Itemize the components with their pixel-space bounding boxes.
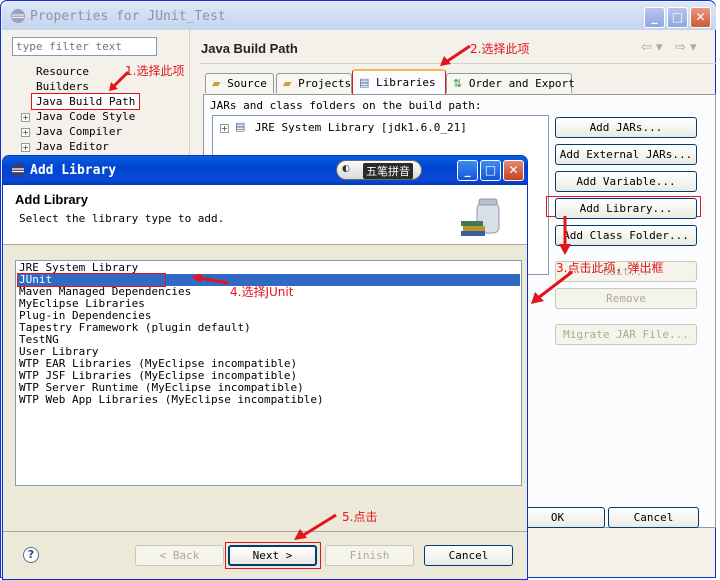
back-button[interactable]: < Back: [135, 545, 224, 566]
migrate-jar-button[interactable]: Migrate JAR File...: [555, 324, 697, 345]
ime-toolbar[interactable]: ◐ 五笔拼音: [336, 160, 422, 180]
libraries-icon: ▤: [359, 76, 370, 89]
close-button[interactable]: ✕: [690, 7, 711, 28]
tab-order-and-export[interactable]: ⇅ Order and Export: [446, 73, 575, 93]
dialog-close-button[interactable]: ✕: [503, 160, 524, 181]
forward-nav-icon[interactable]: ⇨ ▾: [675, 40, 697, 55]
tree-item-java-code-style[interactable]: Java Code Style: [36, 110, 135, 123]
remove-button[interactable]: Remove: [555, 288, 697, 309]
expand-icon[interactable]: +: [21, 143, 30, 152]
ime-icon: ◐: [342, 164, 350, 174]
library-icon: ▤: [235, 120, 246, 133]
outer-cancel-button[interactable]: Cancel: [608, 507, 699, 528]
banner-description: Select the library type to add.: [19, 212, 225, 225]
dialog-maximize-button[interactable]: □: [480, 160, 501, 181]
tab-projects[interactable]: ▰ Projects: [276, 73, 352, 93]
library-jar-icon: [461, 198, 500, 236]
annotation-arrow-3: [559, 216, 571, 255]
annotation-arrow-4: [191, 274, 229, 285]
tree-item-java-compiler[interactable]: Java Compiler: [36, 125, 122, 138]
jre-system-library-entry[interactable]: JRE System Library [jdk1.6.0_21]: [255, 121, 467, 134]
annotation-step-4: 4.选择JUnit: [230, 285, 294, 299]
annotation-arrow-3b: [531, 270, 573, 304]
dialog-title: Add Library: [30, 163, 117, 178]
expand-icon[interactable]: +: [21, 113, 30, 122]
eclipse-icon: [11, 9, 25, 23]
maximize-button[interactable]: □: [667, 7, 688, 28]
filter-input[interactable]: [12, 37, 157, 56]
annotation-arrow-1: [109, 70, 130, 91]
junit-highlight: [17, 273, 166, 287]
tree-item-java-editor[interactable]: Java Editor: [36, 140, 109, 153]
add-library-button[interactable]: Add Library...: [555, 198, 697, 219]
expand-icon[interactable]: +: [220, 124, 229, 133]
properties-window-title: Properties for JUnit_Test: [30, 9, 226, 24]
dialog-title-bar: Add Library ◐ 五笔拼音 _ □ ✕: [3, 156, 527, 185]
finish-button[interactable]: Finish: [325, 545, 414, 566]
list-item[interactable]: WTP Web App Libraries (MyEclipse incompa…: [19, 394, 324, 406]
add-external-jars-button[interactable]: Add External JARs...: [555, 144, 697, 165]
page-title: Java Build Path: [201, 41, 298, 56]
annotation-step-2: 2.选择此项: [470, 42, 530, 56]
ime-label: 五笔拼音: [363, 163, 413, 179]
annotation-arrow-2: [440, 44, 471, 66]
cancel-button[interactable]: Cancel: [424, 545, 513, 566]
tree-item-resource[interactable]: Resource: [36, 65, 89, 78]
jars-label: JARs and class folders on the build path…: [210, 99, 482, 112]
minimize-button[interactable]: _: [644, 7, 665, 28]
tab-source[interactable]: ▰ Source: [205, 73, 274, 93]
tree-item-builders[interactable]: Builders: [36, 80, 89, 93]
tab-libraries[interactable]: ▤ Libraries: [352, 69, 446, 96]
button-bar-separator: [3, 531, 527, 532]
eclipse-icon: [11, 163, 25, 177]
annotation-step-5: 5.点击: [342, 510, 378, 524]
order-icon: ⇅: [453, 77, 463, 90]
dialog-minimize-button[interactable]: _: [457, 160, 478, 181]
wizard-banner: Add Library Select the library type to a…: [3, 185, 527, 245]
add-library-dialog: Add Library ◐ 五笔拼音 _ □ ✕ Add Library Sel…: [2, 155, 528, 580]
help-icon[interactable]: ?: [23, 547, 39, 563]
annotation-step-1: 1.选择此项: [125, 64, 185, 78]
add-class-folder-button[interactable]: Add Class Folder...: [555, 225, 697, 246]
annotation-arrow-5: [294, 513, 337, 540]
add-jars-button[interactable]: Add JARs...: [555, 117, 697, 138]
tree-item-java-build-path[interactable]: Java Build Path: [31, 93, 141, 110]
add-variable-button[interactable]: Add Variable...: [555, 171, 697, 192]
expand-icon[interactable]: +: [21, 128, 30, 137]
projects-icon: ▰: [283, 77, 292, 90]
next-button[interactable]: Next >: [228, 545, 317, 566]
back-nav-icon[interactable]: ⇦ ▾: [641, 40, 663, 55]
source-folder-icon: ▰: [212, 77, 221, 90]
banner-title: Add Library: [15, 192, 88, 207]
properties-title-bar: Properties for JUnit_Test _ □ ✕: [2, 2, 716, 30]
sash-divider[interactable]: [189, 29, 190, 159]
